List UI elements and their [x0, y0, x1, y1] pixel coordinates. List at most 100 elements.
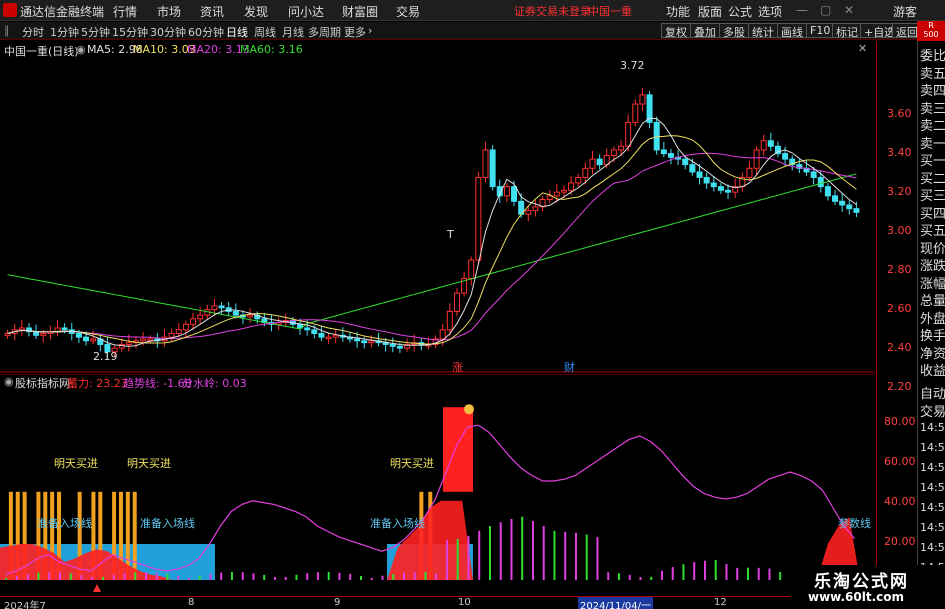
- candle-body: [247, 314, 254, 318]
- menu-news[interactable]: 资讯: [200, 3, 224, 20]
- candle-body: [610, 149, 617, 156]
- period-tab-5min[interactable]: 5分钟: [81, 24, 110, 40]
- menu-options[interactable]: 选项: [758, 3, 782, 20]
- volume-bar: [542, 525, 545, 580]
- guest-label[interactable]: 游客: [893, 3, 917, 20]
- menu-market-quotes[interactable]: 行情: [113, 3, 137, 20]
- candle-body: [596, 158, 603, 166]
- overlay-button[interactable]: 叠加: [690, 23, 720, 39]
- limit-up-flag[interactable]: 涨: [452, 359, 463, 375]
- chart-close-icon[interactable]: ✕: [858, 42, 867, 55]
- candlestick-chart[interactable]: [0, 41, 875, 373]
- volume-bar: [155, 572, 158, 580]
- menu-discover[interactable]: 发现: [244, 3, 268, 20]
- price-axis: 3.60 3.40 3.20 3.00 2.80 2.60 2.40 2.20 …: [876, 41, 916, 596]
- mark-button[interactable]: 标记: [832, 23, 862, 39]
- candle-body: [190, 318, 197, 325]
- volume-bar: [263, 574, 266, 580]
- main-chart-panel[interactable]: 中国一重(日线) ◉ MA5: 2.98 MA10: 3.03 MA20: 3.…: [0, 41, 875, 375]
- period-tab-daily[interactable]: 日线: [226, 24, 248, 40]
- price-tick: 3.20: [887, 185, 912, 198]
- candle-body: [439, 329, 446, 340]
- volume-bar: [660, 570, 663, 580]
- candle-body: [182, 323, 189, 331]
- volume-bar: [5, 578, 8, 580]
- auto-trade-label[interactable]: 自动: [920, 383, 945, 402]
- coin-icon: [464, 404, 474, 415]
- period-tab-intraday[interactable]: 分时: [22, 24, 44, 40]
- stats-button[interactable]: 统计: [748, 23, 778, 39]
- quote-field-label: 买一: [920, 154, 945, 169]
- tick-time: 14:56: [920, 541, 945, 554]
- menu-layout[interactable]: 版面: [698, 3, 722, 20]
- menu-assistant[interactable]: 问小达: [288, 3, 324, 20]
- candle-body: [653, 121, 660, 151]
- finance-flag[interactable]: 财: [564, 359, 575, 375]
- buy-signal-bar: [132, 491, 137, 580]
- auto-trade-label[interactable]: 交易: [920, 401, 945, 420]
- indicator-panel[interactable]: ◉ 股标指标网 蓄力: 23.23 趋势线: -1.68 分水岭: 0.03 明…: [0, 373, 875, 596]
- candle-body: [767, 140, 774, 147]
- minimize-icon[interactable]: —: [796, 3, 808, 17]
- entry-line-label: 准备入场线: [140, 517, 195, 530]
- menu-trade[interactable]: 交易: [396, 3, 420, 20]
- candle-body: [332, 334, 339, 338]
- tick-time: 14:56: [920, 441, 945, 454]
- adjust-button[interactable]: 复权: [661, 23, 691, 39]
- candle-body: [532, 206, 539, 212]
- candle-body: [717, 186, 724, 191]
- menu-wealth[interactable]: 财富圈: [342, 3, 378, 20]
- volume-bar: [768, 568, 771, 580]
- tick-time: 14:56: [920, 481, 945, 494]
- more-chevron-icon[interactable]: ›: [368, 24, 372, 37]
- close-icon[interactable]: ✕: [844, 3, 854, 17]
- restore-icon[interactable]: ▢: [820, 3, 831, 17]
- candle-body: [824, 186, 831, 197]
- login-status[interactable]: 证券交易未登录: [514, 3, 591, 19]
- candle-body: [582, 167, 589, 178]
- quote-field-label: 买三: [920, 189, 945, 204]
- volume-bar: [510, 519, 513, 580]
- candle-body: [525, 210, 532, 215]
- candle-body: [839, 200, 846, 206]
- dropdown-icon[interactable]: ◉: [76, 43, 86, 56]
- volume-bar: [252, 573, 255, 580]
- collapse-icon[interactable]: ∥: [4, 24, 10, 37]
- candle-body: [710, 182, 717, 188]
- date-tick: 2024年7: [4, 601, 46, 609]
- watermark-line2: www.60lt.com: [808, 590, 905, 604]
- candle-body: [575, 176, 582, 184]
- volume-bar: [488, 526, 491, 580]
- r-badge[interactable]: R 500: [917, 21, 945, 41]
- volume-bar: [295, 574, 298, 580]
- candle-body: [368, 340, 375, 344]
- menu-formula[interactable]: 公式: [728, 3, 752, 20]
- period-tab-multi[interactable]: 多周期: [308, 24, 341, 40]
- price-tick: 2.20: [887, 380, 912, 393]
- period-tab-1min[interactable]: 1分钟: [50, 24, 79, 40]
- period-tab-30min[interactable]: 30分钟: [150, 24, 186, 40]
- volume-bar: [478, 530, 481, 580]
- period-tab-weekly[interactable]: 周线: [254, 24, 276, 40]
- indicator-dropdown-icon[interactable]: ◉: [4, 375, 14, 388]
- volume-bar: [327, 572, 330, 580]
- menu-functions[interactable]: 功能: [666, 3, 690, 20]
- f10-button[interactable]: F10: [806, 23, 835, 38]
- volume-bar: [48, 572, 51, 580]
- volume-bar: [596, 537, 599, 580]
- multi-stock-button[interactable]: 多股: [719, 23, 749, 39]
- title-bar: 通达信金融终端 行情 市场 资讯 发现 问小达 财富圈 交易 证券交易未登录 中…: [0, 0, 945, 21]
- period-tab-monthly[interactable]: 月线: [282, 24, 304, 40]
- volume-bar: [316, 572, 319, 580]
- volume-bar: [220, 572, 223, 580]
- candle-body: [746, 167, 753, 178]
- draw-button[interactable]: 画线: [777, 23, 807, 39]
- menu-market[interactable]: 市场: [157, 3, 181, 20]
- candle-body: [760, 140, 767, 151]
- period-tab-15min[interactable]: 15分钟: [112, 24, 148, 40]
- period-tab-more[interactable]: 更多: [344, 24, 366, 40]
- candle-body: [175, 329, 182, 334]
- period-tab-60min[interactable]: 60分钟: [188, 24, 224, 40]
- indicator-chart[interactable]: [0, 373, 875, 596]
- candle-body: [75, 332, 82, 338]
